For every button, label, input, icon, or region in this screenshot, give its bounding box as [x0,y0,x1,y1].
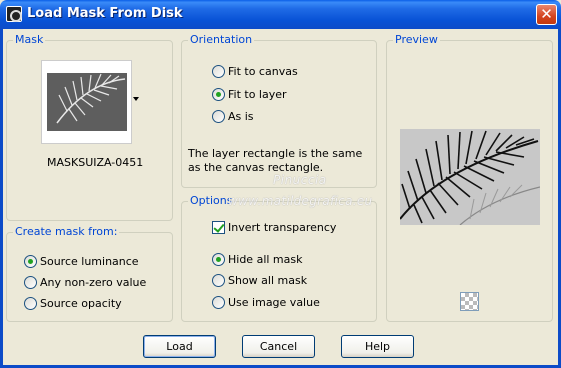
radio-button[interactable] [212,295,225,309]
preview-image [400,129,540,225]
radio-source-luminance[interactable]: Source luminance [24,253,139,269]
radio-use-image-value[interactable]: Use image value [212,294,320,310]
radio-as-is[interactable]: As is [212,108,254,124]
mask-image [47,73,127,131]
radio-label: Any non-zero value [40,275,147,289]
orientation-description: The layer rectangle is the same as the c… [188,147,363,174]
radio-button[interactable] [24,275,37,289]
radio-label: Source opacity [40,296,122,310]
radio-button[interactable] [24,254,37,268]
close-button[interactable]: ✕ [536,4,557,25]
checkbox[interactable] [212,220,225,234]
watermark-line-2: www.matildegrafica.eu [228,194,373,208]
transparency-checker-icon[interactable] [460,292,479,311]
checkbox-invert-transparency[interactable]: Invert transparency [212,219,336,235]
help-button[interactable]: Help [341,335,414,358]
radio-fit-to-layer[interactable]: Fit to layer [212,86,287,102]
mask-thumbnail[interactable] [41,60,132,144]
mask-dropdown-arrow-icon[interactable] [133,97,139,101]
radio-label: Source luminance [40,254,139,268]
radio-label: Fit to canvas [228,64,298,78]
radio-show-all-mask[interactable]: Show all mask [212,272,307,288]
radio-fit-to-canvas[interactable]: Fit to canvas [212,63,298,79]
radio-label: Show all mask [228,273,308,287]
radio-label: Fit to layer [228,87,287,101]
window-title: Load Mask From Disk [27,6,183,21]
radio-hide-all-mask[interactable]: Hide all mask [212,251,302,267]
watermark-line-1: Pinuccia [273,173,327,187]
cancel-button[interactable]: Cancel [242,335,315,358]
preview-legend: Preview [393,33,440,46]
checkbox-label: Invert transparency [228,220,337,234]
title-bar: Load Mask From Disk ✕ [0,0,561,29]
radio-source-opacity[interactable]: Source opacity [24,295,122,311]
close-icon: ✕ [540,5,553,23]
create-mask-from-legend: Create mask from: [13,225,120,238]
load-button[interactable]: Load [143,335,216,358]
radio-any-non-zero-value[interactable]: Any non-zero value [24,274,146,290]
radio-button[interactable] [24,296,37,310]
mask-legend: Mask [13,33,46,46]
radio-button[interactable] [212,109,225,123]
radio-button[interactable] [212,273,225,287]
app-icon [6,6,22,22]
radio-button[interactable] [212,252,225,266]
orientation-legend: Orientation [188,33,255,46]
radio-label: As is [228,109,254,123]
radio-label: Use image value [228,295,320,309]
mask-name: MASKSUIZA-0451 [47,156,144,169]
radio-label: Hide all mask [228,252,303,266]
radio-button[interactable] [212,87,225,101]
radio-button[interactable] [212,64,225,78]
